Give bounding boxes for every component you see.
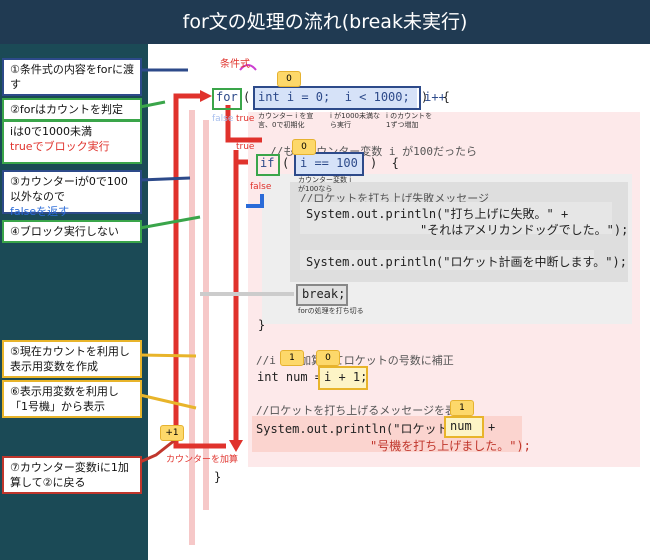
cond-label: 条件式 bbox=[220, 59, 250, 70]
note-step2-line1: iは0で1000未満 bbox=[10, 125, 93, 138]
note-step4: ④ブロック実行しない bbox=[2, 220, 142, 243]
if-true-label: true bbox=[236, 142, 255, 152]
num-expr: i + 1; bbox=[324, 370, 368, 384]
if-counter-tag: 0 bbox=[292, 139, 316, 155]
if-close: ) { bbox=[370, 156, 399, 170]
num-decl: int num = bbox=[257, 370, 323, 384]
note-step3-line1: ③カウンターiが0で100以外なので bbox=[10, 175, 128, 203]
note-step7: ⑦カウンター変数iに1加算して②に戻る bbox=[2, 456, 142, 494]
for-close-brace: } bbox=[214, 470, 222, 484]
for-keyword: for bbox=[216, 90, 238, 104]
false-label: false bbox=[212, 114, 234, 124]
arrowhead bbox=[229, 440, 243, 452]
print2: System.out.println("ロケット計画を中断します。"); bbox=[306, 255, 627, 269]
if-keyword: if bbox=[260, 156, 275, 170]
flow-loop-arrow bbox=[173, 93, 226, 449]
break-stmt: break; bbox=[302, 287, 346, 301]
plus-one-tag: +1 bbox=[160, 425, 184, 441]
note-step2: ②forはカウントを判定 bbox=[2, 98, 142, 121]
note-step2-detail: iは0で1000未満 trueでブロック実行 bbox=[2, 120, 142, 164]
counter-tag: 0 bbox=[277, 71, 301, 87]
print3-line1: System.out.println("ロケット" + bbox=[256, 422, 471, 436]
print3-num: num bbox=[450, 419, 472, 433]
if-false-label: false bbox=[250, 182, 272, 192]
note-cond: i が1000未満なら実行 bbox=[330, 112, 380, 129]
if-paren: ( bbox=[282, 156, 290, 170]
note-step3: ③カウンターiが0で100以外なので falseを返す bbox=[2, 170, 142, 218]
note-break: forの処理を打ち切る bbox=[298, 307, 364, 315]
counter-add-label: カウンターを加算 bbox=[166, 455, 239, 465]
note-init: カウンター i を宣言、0で初期化 bbox=[258, 112, 314, 129]
note-step1: ①条件式の内容をforに渡す bbox=[2, 58, 142, 96]
print3-line2: "号機を打ち上げました。"); bbox=[370, 439, 531, 453]
for-paren: ( bbox=[243, 90, 251, 104]
note-step3-line2: falseを返す bbox=[10, 205, 70, 218]
true-label: true bbox=[236, 114, 255, 124]
print1-line1: System.out.println("打ち上げに失敗。" + bbox=[306, 207, 569, 221]
if-close-brace: } bbox=[258, 318, 266, 332]
num-use-tag: 1 bbox=[450, 400, 474, 416]
flow-false-arrow bbox=[246, 194, 264, 208]
print1-line2: "それはアメリカンドッグでした。"); bbox=[420, 223, 629, 237]
i-tag: 0 bbox=[316, 350, 340, 366]
note-step6: ⑥表示用変数を利用し「1号機」から表示 bbox=[2, 380, 142, 418]
for-close: ) { bbox=[421, 90, 450, 104]
print3-plus: + bbox=[488, 420, 496, 434]
for-cond: int i = 0; i < 1000; i++ bbox=[258, 90, 446, 104]
note-step5: ⑤現在カウントを利用し表示用変数を作成 bbox=[2, 340, 142, 378]
if-cond: i == 100 bbox=[300, 156, 358, 170]
arrowhead bbox=[200, 90, 212, 102]
num-tag: 1 bbox=[280, 350, 304, 366]
note-step2-line2: trueでブロック実行 bbox=[10, 140, 110, 153]
note-incr: i のカウントを1ずつ増加 bbox=[386, 112, 433, 129]
